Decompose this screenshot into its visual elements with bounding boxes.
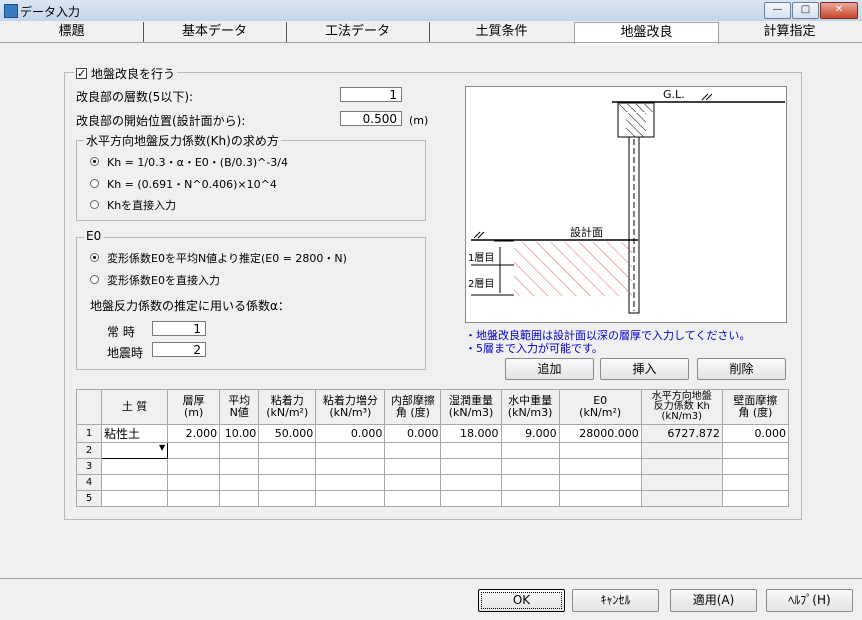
table-row[interactable]: 1 粘性土 2.000 10.00 50.000 0.000 0.000 18.… bbox=[75, 424, 790, 443]
tab-basic-data[interactable]: 基本データ bbox=[143, 22, 287, 42]
table-row[interactable]: 4 bbox=[75, 474, 790, 491]
soil-dropdown[interactable]: ▼ bbox=[101, 442, 169, 459]
layers-input[interactable]: 1 bbox=[340, 87, 402, 102]
e0-option-2-radio[interactable] bbox=[90, 275, 99, 284]
e0-option-1-radio[interactable] bbox=[90, 253, 99, 262]
tab-ground-improvement[interactable]: 地盤改良 bbox=[574, 22, 719, 44]
chevron-down-icon[interactable]: ▼ bbox=[159, 444, 165, 453]
col-cohesion-increment: 粘着力増分 (kN/m³) bbox=[315, 389, 386, 425]
diagram-svg bbox=[471, 93, 785, 314]
table-header-row: 土 質 層厚 (m) 平均 N値 粘着力 (kN/m²) 粘着力増分 (kN/m… bbox=[75, 389, 790, 425]
cell-cohesion[interactable]: 50.000 bbox=[258, 424, 317, 443]
kh-option-2-radio[interactable] bbox=[90, 179, 99, 188]
delete-button[interactable]: 削除 bbox=[697, 358, 786, 380]
kh-option-2-label[interactable]: Kh = (0.691・N^0.406)×10^4 bbox=[107, 176, 277, 192]
ok-button[interactable]: OK bbox=[478, 589, 565, 612]
kh-option-3-label[interactable]: Khを直接入力 bbox=[107, 197, 176, 213]
normal-label: 常 時 bbox=[107, 325, 135, 339]
table-row[interactable]: 3 bbox=[75, 458, 790, 475]
row-number: 3 bbox=[75, 458, 103, 475]
alpha-normal-input[interactable]: 1 bbox=[152, 321, 206, 336]
cancel-button[interactable]: ｷｬﾝｾﾙ bbox=[572, 589, 659, 612]
note-max-layers: ・5層まで入力が可能です。 bbox=[465, 342, 603, 355]
wall-cap-hatch bbox=[619, 104, 653, 112]
tab-divider bbox=[0, 42, 862, 43]
improvement-label: 地盤改良を行う bbox=[91, 67, 176, 81]
wall-cap-hatch-lower bbox=[626, 113, 646, 137]
col-soil: 土 質 bbox=[101, 389, 169, 425]
design-surface-label: 設計面 bbox=[570, 226, 603, 239]
start-position-label: 改良部の開始位置(設計面から): bbox=[76, 114, 246, 128]
col-e0: E0 (kN/m²) bbox=[558, 389, 642, 425]
apply-button[interactable]: 適用(A) bbox=[670, 589, 757, 612]
ground-diagram: G.L. 設計面 1層目 2層目 bbox=[465, 86, 787, 323]
row-number: 5 bbox=[75, 490, 103, 507]
cell-thickness[interactable]: 2.000 bbox=[167, 424, 221, 443]
maximize-button[interactable]: □ bbox=[792, 2, 819, 19]
help-button[interactable]: ﾍﾙﾌﾟ(H) bbox=[766, 589, 853, 612]
layer2-label: 2層目 bbox=[468, 279, 495, 290]
improvement-toggle[interactable]: ✓ 地盤改良を行う bbox=[74, 65, 178, 82]
e0-group-title: E0 bbox=[84, 229, 104, 243]
kh-option-1-radio[interactable] bbox=[90, 157, 99, 166]
start-position-input[interactable]: 0.500 bbox=[340, 111, 402, 126]
table-row[interactable]: 5 bbox=[75, 490, 790, 507]
e0-option-1-label[interactable]: 変形係数E0を平均N値より推定(E0 = 2800・N) bbox=[107, 250, 347, 266]
col-thickness: 層厚 (m) bbox=[167, 389, 221, 425]
tab-method-data[interactable]: 工法データ bbox=[286, 22, 430, 42]
gl-label: G.L. bbox=[663, 88, 685, 101]
kh-option-1-label[interactable]: Kh = 1/0.3・α・E0・(B/0.3)^-3/4 bbox=[107, 154, 288, 170]
insert-button[interactable]: 挿入 bbox=[600, 358, 689, 380]
cell-kh: 6727.872 bbox=[640, 424, 723, 443]
start-position-unit: (m) bbox=[409, 114, 429, 127]
row-number: 4 bbox=[75, 474, 103, 491]
layers-label: 改良部の層数(5以下): bbox=[76, 90, 194, 104]
tab-title[interactable]: 標題 bbox=[0, 22, 144, 42]
col-cohesion: 粘着力 (kN/m²) bbox=[258, 389, 317, 425]
row-number: 1 bbox=[75, 424, 103, 443]
cell-soil[interactable]: 粘性土 bbox=[101, 424, 169, 443]
kh-group-title: 水平方向地盤反力係数(Kh)の求め方 bbox=[84, 132, 281, 149]
cell-submerged-weight[interactable]: 9.000 bbox=[500, 424, 560, 443]
cell-avg-n[interactable]: 10.00 bbox=[219, 424, 260, 443]
seismic-label: 地震時 bbox=[107, 346, 144, 360]
col-kh: 水平方向地盤 反力係数 Kh (kN/m3) bbox=[640, 389, 723, 425]
table-corner bbox=[75, 389, 103, 425]
kh-option-3-radio[interactable] bbox=[90, 200, 99, 209]
col-wet-weight: 湿潤重量 (kN/m3) bbox=[440, 389, 502, 425]
soil-layer-table[interactable]: 土 質 層厚 (m) 平均 N値 粘着力 (kN/m²) 粘着力増分 (kN/m… bbox=[75, 389, 790, 507]
add-button[interactable]: 追加 bbox=[505, 358, 594, 380]
tab-calc-settings[interactable]: 計算指定 bbox=[718, 22, 861, 42]
improved-zone bbox=[514, 242, 632, 296]
col-avg-n: 平均 N値 bbox=[219, 389, 260, 425]
improvement-checkbox[interactable]: ✓ bbox=[76, 68, 87, 79]
cell-friction-angle[interactable]: 0.000 bbox=[384, 424, 442, 443]
col-submerged-weight: 水中重量 (kN/m3) bbox=[500, 389, 560, 425]
window-title: データ入力 bbox=[20, 5, 81, 19]
col-wall-friction: 壁面摩擦 角 (度) bbox=[721, 389, 790, 425]
tab-soil-conditions[interactable]: 土質条件 bbox=[429, 22, 575, 42]
cell-wall-friction[interactable]: 0.000 bbox=[721, 424, 790, 443]
title-bar bbox=[0, 0, 862, 22]
footer-divider bbox=[0, 578, 862, 579]
close-button[interactable]: ✕ bbox=[820, 2, 858, 19]
cell-wet-weight[interactable]: 18.000 bbox=[440, 424, 502, 443]
alpha-label: 地盤反力係数の推定に用いる係数α： bbox=[90, 299, 290, 313]
col-friction-angle: 内部摩擦 角 (度) bbox=[384, 389, 442, 425]
e0-option-2-label[interactable]: 変形係数E0を直接入力 bbox=[107, 272, 220, 288]
minimize-button[interactable]: — bbox=[764, 2, 791, 19]
cell-e0[interactable]: 28000.000 bbox=[558, 424, 642, 443]
alpha-seismic-input[interactable]: 2 bbox=[152, 342, 206, 357]
cell-cohesion-increment[interactable]: 0.000 bbox=[315, 424, 386, 443]
table-row[interactable]: 2 ▼ bbox=[75, 442, 790, 459]
row-number: 2 bbox=[75, 442, 103, 459]
app-icon bbox=[4, 4, 18, 18]
layer1-label: 1層目 bbox=[468, 253, 495, 264]
